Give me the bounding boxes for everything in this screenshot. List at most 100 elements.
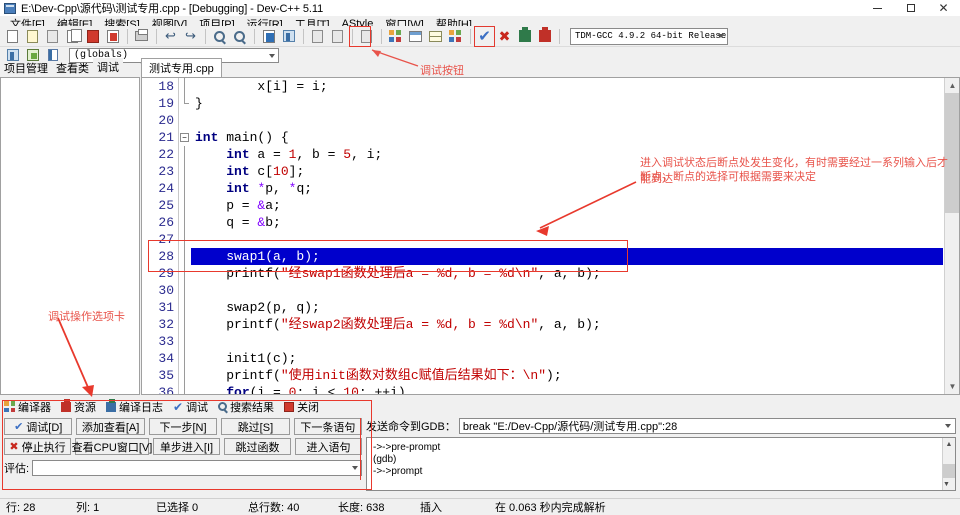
gdb-output-console[interactable]: ->->pre-prompt (gdb) ->->prompt ▲ ▼ [366,437,956,491]
tab-class-browser[interactable]: 查看类 [52,59,93,77]
rebuild-icon[interactable] [535,27,554,46]
new-file-icon[interactable] [3,27,22,46]
bottom-tab-compiler[interactable]: 编译器 [4,399,51,415]
chevron-down-icon [352,466,358,470]
code-line[interactable]: printf("经swap1函数处理后a = %d, b = %d\n", a,… [191,265,943,282]
code-line[interactable]: q = &b; [191,214,943,231]
left-panel-content[interactable] [0,77,140,395]
close-file-icon[interactable] [83,27,102,46]
debug-button[interactable]: ✔ 调试[D] [4,418,72,435]
code-line[interactable]: printf("使用init函数对数组c赋值后结果如下：\n"); [191,367,943,384]
evaluate-input[interactable] [32,460,362,476]
code-line[interactable] [191,112,943,129]
code-line[interactable]: } [191,95,943,112]
code-folding-column[interactable]: − [178,78,190,394]
tab-debug[interactable]: 调试 [93,58,123,77]
stop-execution-button[interactable]: ✖ 停止执行 [4,438,71,455]
grid-icon[interactable] [446,27,465,46]
console-line: (gdb) [373,454,955,466]
fold-marker [179,350,190,367]
fold-marker[interactable]: − [179,129,190,146]
scroll-up-arrow-icon[interactable]: ▲ [945,78,960,93]
editor-tab-file[interactable]: 测试专用.cpp [141,58,222,77]
fold-marker [179,384,190,395]
enter-statement-label: 进入语句 [307,439,351,455]
scroll-down-arrow-icon[interactable]: ▼ [945,379,960,394]
project-manager-icon[interactable] [386,27,405,46]
find-next-icon[interactable] [230,27,249,46]
step-over-button[interactable]: 跳过[S] [221,418,289,435]
editor-vertical-scrollbar[interactable]: ▲ ▼ [944,78,959,394]
bottom-tab-close[interactable]: 关闭 [284,399,319,415]
save-file-icon[interactable] [43,27,62,46]
close-button[interactable]: ✕ [927,0,960,16]
line-number: 34 [142,350,178,367]
open-file-icon[interactable] [23,27,42,46]
code-line[interactable]: int a = 1, b = 5, i; [191,146,943,163]
bottom-tab-resource[interactable]: 资源 [61,399,96,415]
add-watch-button[interactable]: 添加查看[A] [76,418,144,435]
code-content[interactable]: x[i] = i;} int main() { int a = 1, b = 5… [191,78,943,394]
replace-icon[interactable] [259,27,278,46]
save-all-icon[interactable] [63,27,82,46]
close-all-icon[interactable] [103,27,122,46]
fold-marker [179,248,190,265]
code-editor[interactable]: 18192021222324252627282930313233343536 −… [141,77,960,395]
scroll-up-arrow-icon[interactable]: ▲ [943,438,955,450]
code-line[interactable]: swap1(a, b); [191,248,943,265]
tab-project-manager[interactable]: 项目管理 [0,59,52,77]
bottom-tab-debug[interactable]: ✔ 调试 [173,399,208,415]
fold-marker [179,367,190,384]
code-line[interactable]: int main() { [191,129,943,146]
next-step-button[interactable]: 下一步[N] [149,418,217,435]
bookmark-icon[interactable] [357,27,376,46]
skip-function-button[interactable]: 跳过函数 [224,438,291,455]
code-line[interactable]: int c[10]; [191,163,943,180]
scrollbar-thumb[interactable] [943,464,956,478]
code-line[interactable] [191,333,943,350]
code-line[interactable]: for(i = 0; i < 10; ++i) [191,384,943,395]
undo-icon[interactable]: ↩ [161,27,180,46]
code-line[interactable]: printf("经swap2函数处理后a = %d, b = %d\n", a,… [191,316,943,333]
tile-icon[interactable] [426,27,445,46]
compile-run-icon[interactable]: ✔ [475,27,494,46]
code-line[interactable] [191,282,943,299]
evaluate-row: 评估: [4,460,366,476]
step-into-button[interactable]: 单步进入[I] [153,438,220,455]
toolbar-separator [559,29,560,44]
fold-marker [179,95,190,112]
goto-line-icon[interactable] [279,27,298,46]
minimize-button[interactable] [861,0,894,16]
find-icon[interactable] [210,27,229,46]
code-line[interactable] [191,231,943,248]
next-statement-button[interactable]: 下一条语句 [294,418,362,435]
step-over-label: 跳过[S] [238,419,273,435]
code-line[interactable]: init1(c); [191,350,943,367]
bottom-tab-search-results[interactable]: 搜索结果 [218,399,274,415]
debug-button-row-2: ✖ 停止执行 查看CPU窗口[V] 单步进入[I] 跳过函数 进入语句 [4,438,366,455]
stop-execution-icon[interactable]: ✖ [495,27,514,46]
code-line[interactable]: swap2(p, q); [191,299,943,316]
code-line[interactable]: int *p, *q; [191,180,943,197]
bottom-tab-compile-log[interactable]: 编译日志 [106,399,163,415]
compiler-select-value: TDM-GCC 4.9.2 64-bit Release [575,31,726,41]
scrollbar-thumb[interactable] [945,93,960,213]
dev-cpp-window: E:\Dev-Cpp\源代码\测试专用.cpp - [Debugging] - … [0,0,960,515]
console-scrollbar[interactable]: ▲ ▼ [942,438,955,490]
redo-icon[interactable]: ↪ [181,27,200,46]
build-icon[interactable] [515,27,534,46]
toolbar-separator [156,29,157,44]
previous-icon[interactable] [308,27,327,46]
scroll-down-arrow-icon[interactable]: ▼ [943,478,950,490]
print-icon[interactable] [132,27,151,46]
enter-statement-button[interactable]: 进入语句 [295,438,362,455]
bottom-panel-body: ✔ 调试[D] 添加查看[A] 下一步[N] 跳过[S] 下一条语句 [0,415,960,495]
code-line[interactable]: x[i] = i; [191,78,943,95]
compiler-select[interactable]: TDM-GCC 4.9.2 64-bit Release [570,28,728,45]
next-icon[interactable] [328,27,347,46]
maximize-button[interactable] [894,0,927,16]
code-line[interactable]: p = &a; [191,197,943,214]
gdb-command-input[interactable]: break "E:/Dev-Cpp/源代码/测试专用.cpp":28 [459,418,956,434]
view-cpu-window-button[interactable]: 查看CPU窗口[V] [75,438,149,455]
window-icon[interactable] [406,27,425,46]
